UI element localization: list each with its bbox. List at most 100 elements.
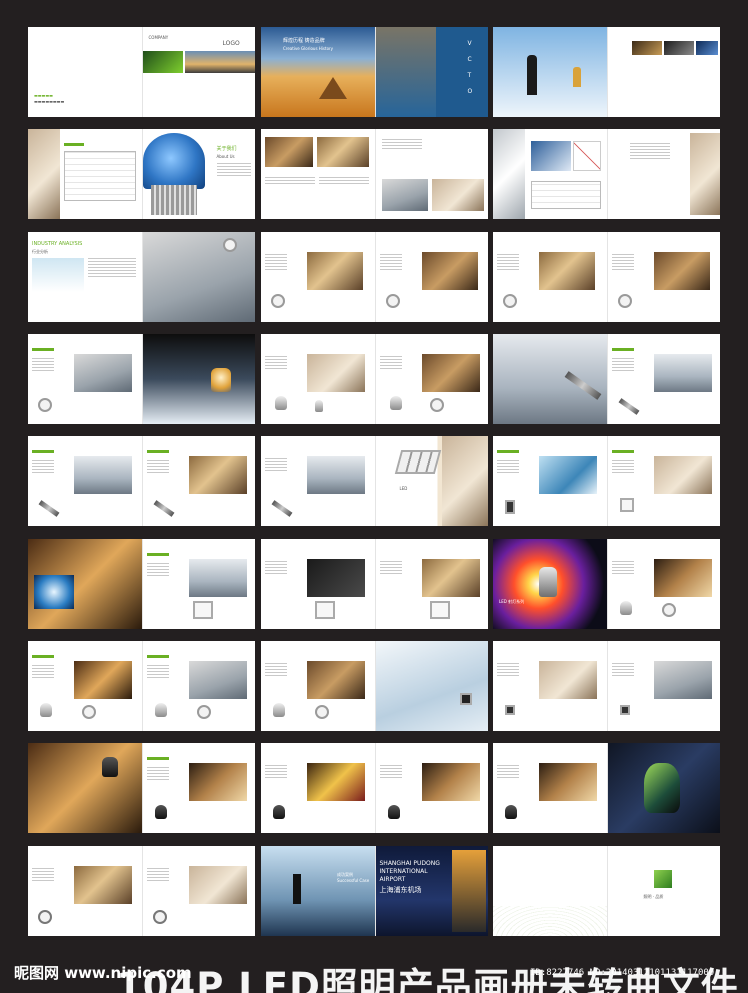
page-left [493, 436, 607, 526]
page-right [374, 539, 489, 629]
spread-tube-offices[interactable] [28, 436, 255, 526]
interior-photo [28, 129, 60, 219]
watermark-site: 昵图网 www.nipic.com [14, 964, 192, 982]
letter-v: V [467, 40, 472, 47]
spread-downlight-a[interactable] [261, 232, 488, 322]
spread-panel-rooms[interactable] [261, 539, 488, 629]
accent-bar [611, 450, 634, 453]
room-photo [421, 354, 480, 392]
downlight-icon [38, 398, 52, 412]
room-photo [539, 661, 597, 699]
spread-bulb-rooms[interactable] [261, 334, 488, 424]
spread-bulb[interactable] [28, 334, 255, 424]
globe-bulb-photo [142, 133, 205, 189]
spec-list [611, 460, 634, 475]
vision-headline: 辉煌历程 铸造品牌 [283, 38, 325, 44]
track-light-icon [154, 805, 167, 819]
leaf-photo [142, 51, 183, 73]
panel-light-icon [505, 500, 515, 514]
spread-industry[interactable]: INDUSTRY ANALYSIS 行业分析 [28, 232, 255, 322]
page-left [28, 334, 142, 424]
page-right [606, 641, 721, 731]
spread-grille[interactable]: LED [261, 436, 488, 526]
spotlight-icon [459, 693, 472, 705]
page-right [374, 334, 489, 424]
spread-ceiling-lights[interactable] [28, 846, 255, 936]
spread-specs[interactable] [493, 129, 720, 219]
spec-list [497, 460, 519, 475]
spread-spotlight[interactable]: LED 射灯系列 [493, 539, 720, 629]
letter-c: C [467, 56, 472, 63]
chess-right-page [606, 27, 721, 117]
chess-photo-1 [631, 41, 662, 55]
spread-airport[interactable]: 成功案例 Successful Case SHANGHAI PUDONG INT… [261, 846, 488, 936]
restaurant-photo [307, 763, 365, 801]
page-right [374, 232, 489, 322]
spread-track-shops[interactable] [261, 743, 488, 833]
spread-back-cover[interactable]: 照明 · 品质 [493, 846, 720, 936]
page-left [261, 436, 375, 526]
spec-list [497, 254, 519, 272]
spread-robot[interactable] [493, 743, 720, 833]
spread-tube[interactable] [493, 334, 720, 424]
grille-hero-page: LED [374, 436, 488, 526]
case-title-cn: 成功案例 [337, 872, 353, 877]
spotlight-icon [154, 703, 167, 717]
spread-downlight-b[interactable] [493, 232, 720, 322]
spec-list [146, 563, 169, 578]
airport-name-line1: SHANGHAI PUDONG [379, 860, 440, 867]
spread-track[interactable] [28, 743, 255, 833]
spread-panel[interactable] [493, 436, 720, 526]
room-photo [74, 354, 132, 392]
chess-photo-2 [663, 41, 694, 55]
spread-about[interactable]: 关于我们 About Us [28, 129, 255, 219]
hall-photo [317, 137, 369, 167]
track-light-icon [273, 805, 285, 819]
downlight-icon [315, 705, 329, 719]
page-left [493, 232, 607, 322]
sofa-photo [141, 232, 255, 322]
robot-figure [643, 763, 680, 813]
text-block [629, 143, 670, 161]
spread-cover[interactable]: ▬▬▬▬▬ ▬▬▬▬▬▬▬▬ COMPANY LOGO [28, 27, 255, 117]
spread-company[interactable] [261, 129, 488, 219]
page-left [28, 846, 142, 936]
spread-spot-rooms-a[interactable] [28, 641, 255, 731]
letter-t: T [467, 72, 472, 79]
spread-vision[interactable]: 辉煌历程 铸造品牌 Creative Glorious History V C … [261, 27, 488, 117]
spread-panel-hero[interactable] [28, 539, 255, 629]
spread-chess[interactable] [493, 27, 720, 117]
page-right [141, 539, 256, 629]
downlight-icon [429, 398, 444, 412]
spec-list [146, 665, 169, 680]
room-photo [381, 179, 428, 211]
text-block [88, 258, 136, 279]
gallery-photo [374, 641, 488, 731]
room-photo [653, 456, 712, 494]
spec-list [265, 356, 287, 371]
panel-light-icon [315, 601, 335, 619]
chess-piece [573, 67, 581, 87]
spec-list [611, 663, 634, 678]
downlight-icon [82, 705, 96, 719]
room-photo [188, 456, 247, 494]
spec-list [146, 460, 169, 475]
vision-subline: Creative Glorious History [283, 46, 334, 51]
spotlight-icon [539, 567, 557, 597]
room-photo [653, 661, 712, 699]
room-photo [188, 866, 247, 904]
page-left [493, 743, 607, 833]
page-right [141, 846, 256, 936]
office-photo [74, 456, 132, 494]
logo-text: LOGO [222, 40, 240, 47]
terminal-photo [451, 850, 486, 932]
company-right-page [374, 129, 489, 219]
shop-photo [188, 763, 247, 801]
about-title-cn: 关于我们 [216, 146, 237, 152]
heat-sink [150, 185, 197, 215]
tube-light-icon [271, 500, 293, 517]
spread-spot-gallery[interactable] [261, 641, 488, 731]
spotlight-icon [40, 703, 52, 717]
spread-spot-rooms-b[interactable] [493, 641, 720, 731]
room-photo [307, 661, 365, 699]
